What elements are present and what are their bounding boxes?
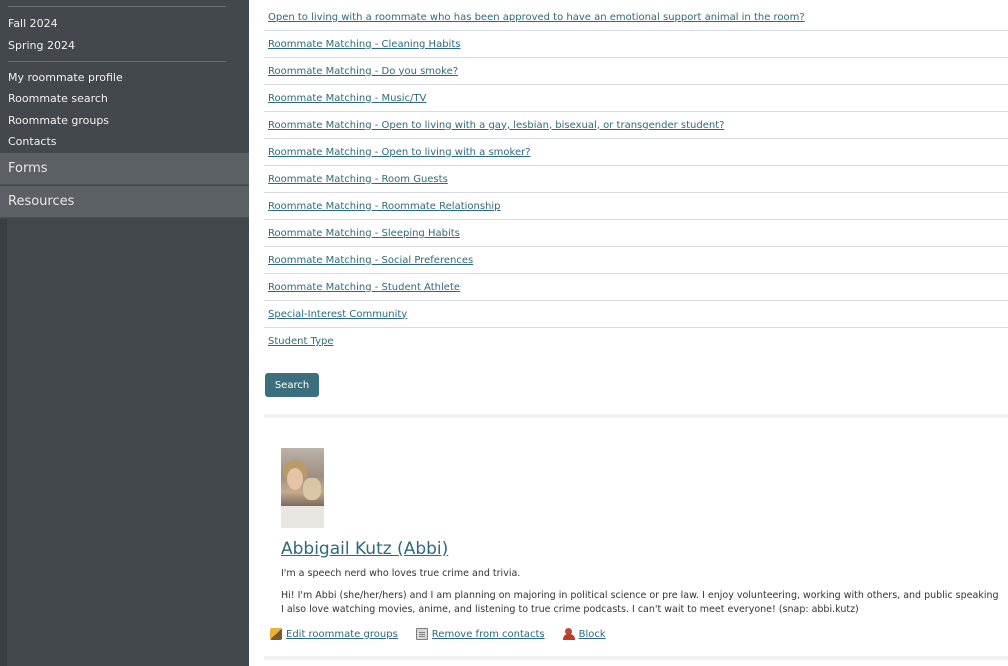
filter-link-roommate-relationship[interactable]: Roommate Matching - Roommate Relationshi… (268, 201, 501, 212)
sidebar-item-contacts[interactable]: Contacts (8, 135, 57, 148)
filter-row: Roommate Matching - Open to living with … (264, 139, 1008, 166)
profile-tagline: I'm a speech nerd who loves true crime a… (281, 568, 521, 579)
filter-row: Roommate Matching - Cleaning Habits (264, 31, 1008, 58)
filter-link-living-with-smoker[interactable]: Roommate Matching - Open to living with … (268, 147, 531, 158)
sidebar-term-spring-2024[interactable]: Spring 2024 (8, 39, 75, 52)
filter-row: Roommate Matching - Room Guests (264, 166, 1008, 193)
photo-blanket (281, 506, 324, 528)
filter-link-room-guests[interactable]: Roommate Matching - Room Guests (268, 174, 448, 185)
profile-bio-line: Hi! I'm Abbi (she/her/hers) and I am pla… (281, 590, 999, 601)
sidebar-item-roommate-groups[interactable]: Roommate groups (8, 114, 109, 127)
filter-row: Student Type (264, 328, 1008, 355)
filter-link-do-you-smoke[interactable]: Roommate Matching - Do you smoke? (268, 66, 458, 77)
filter-row: Roommate Matching - Student Athlete (264, 274, 1008, 301)
filter-row: Roommate Matching - Open to living with … (264, 112, 1008, 139)
profile-actions: Edit roommate groups Remove from contact… (270, 628, 624, 640)
edit-roommate-groups-action[interactable]: Edit roommate groups (270, 628, 398, 640)
filter-row: Roommate Matching - Social Preferences (264, 247, 1008, 274)
sidebar-divider (8, 61, 226, 62)
filter-row: Roommate Matching - Roommate Relationshi… (264, 193, 1008, 220)
block-link[interactable]: Block (579, 629, 606, 640)
block-action[interactable]: Block (562, 628, 606, 640)
filter-link-social-preferences[interactable]: Roommate Matching - Social Preferences (268, 255, 473, 266)
filter-link-student-type[interactable]: Student Type (268, 336, 334, 347)
filter-link-cleaning-habits[interactable]: Roommate Matching - Cleaning Habits (268, 39, 460, 50)
sidebar-section-forms[interactable]: Forms (0, 153, 249, 185)
search-button[interactable]: Search (265, 373, 319, 397)
remove-from-contacts-link[interactable]: Remove from contacts (432, 629, 545, 640)
sidebar-item-roommate-search[interactable]: Roommate search (8, 92, 108, 105)
block-user-icon (562, 628, 575, 640)
filter-list: Open to living with a roommate who has b… (264, 4, 1008, 355)
document-icon (415, 628, 428, 640)
filter-row: Roommate Matching - Music/TV (264, 85, 1008, 112)
sidebar: Fall 2024 Spring 2024 My roommate profil… (0, 0, 249, 666)
profile-bio: Hi! I'm Abbi (she/her/hers) and I am pla… (281, 589, 1008, 617)
profile-photo[interactable] (281, 448, 324, 528)
filter-link-special-interest-community[interactable]: Special-Interest Community (268, 309, 407, 320)
profile-name-link[interactable]: Abbigail Kutz (Abbi) (281, 539, 448, 559)
section-divider (264, 414, 1008, 418)
filter-link-emotional-support-animal[interactable]: Open to living with a roommate who has b… (268, 12, 805, 23)
filter-link-student-athlete[interactable]: Roommate Matching - Student Athlete (268, 282, 460, 293)
sidebar-section-resources[interactable]: Resources (0, 186, 249, 218)
photo-face (287, 468, 303, 490)
section-divider (264, 656, 1008, 660)
sidebar-divider (8, 6, 226, 7)
filter-row: Open to living with a roommate who has b… (264, 4, 1008, 31)
sidebar-item-my-roommate-profile[interactable]: My roommate profile (8, 71, 123, 84)
photo-cat (303, 478, 321, 500)
remove-contact-action[interactable]: Remove from contacts (415, 628, 545, 640)
filter-row: Special-Interest Community (264, 301, 1008, 328)
filter-row: Roommate Matching - Do you smoke? (264, 58, 1008, 85)
profile-bio-line: I also love watching movies, anime, and … (281, 604, 859, 615)
filter-link-sleeping-habits[interactable]: Roommate Matching - Sleeping Habits (268, 228, 460, 239)
filter-link-music-tv[interactable]: Roommate Matching - Music/TV (268, 93, 426, 104)
sidebar-term-fall-2024[interactable]: Fall 2024 (8, 17, 58, 30)
edit-icon (270, 628, 282, 640)
filter-row: Roommate Matching - Sleeping Habits (264, 220, 1008, 247)
edit-roommate-groups-link[interactable]: Edit roommate groups (286, 629, 398, 640)
filter-link-lgbt-student[interactable]: Roommate Matching - Open to living with … (268, 120, 724, 131)
sidebar-edge (0, 219, 7, 666)
